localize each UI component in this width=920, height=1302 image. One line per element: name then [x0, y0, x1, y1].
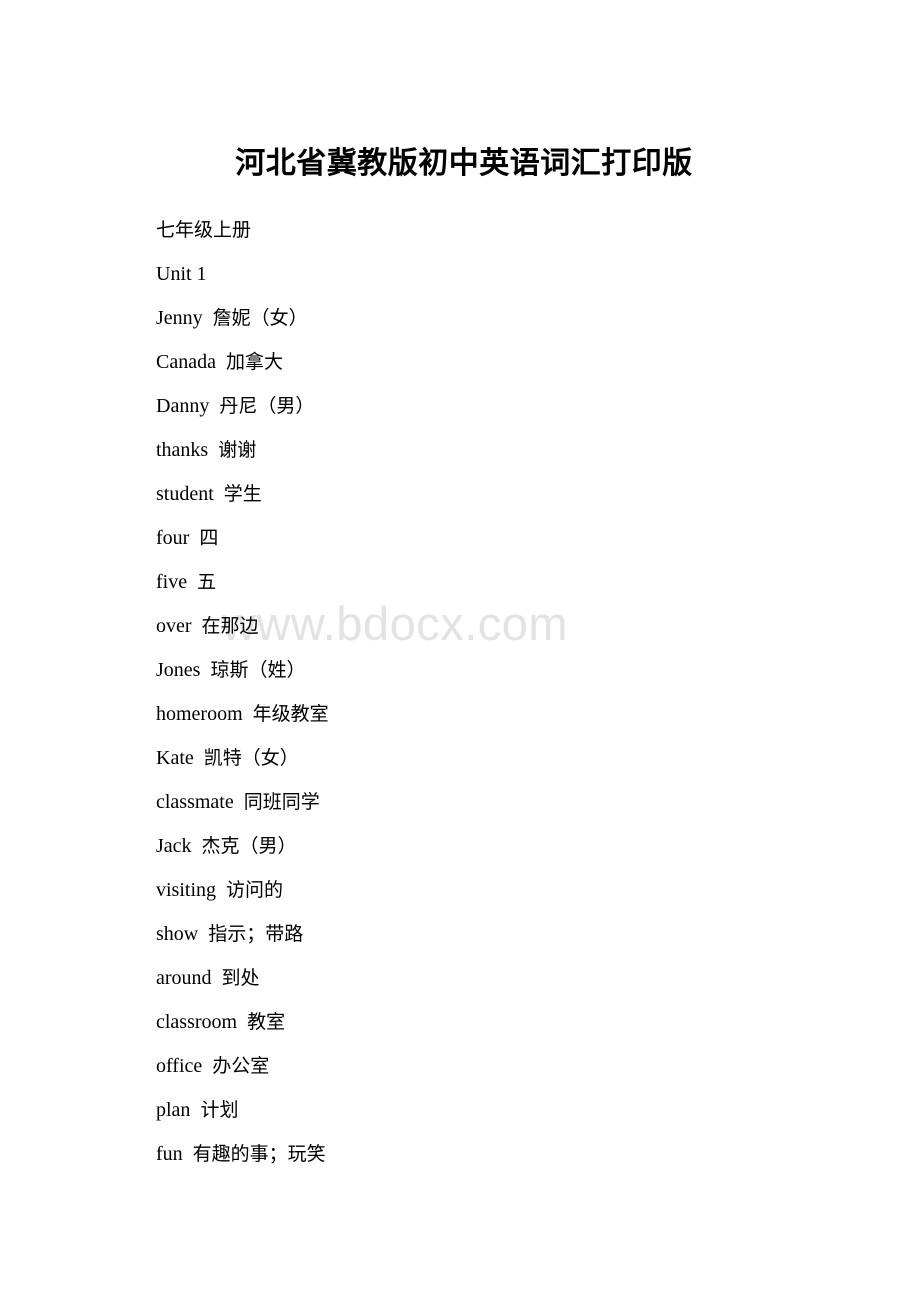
entry-separator — [214, 483, 224, 505]
entry-separator — [192, 835, 202, 857]
vocabulary-entry: Jack 杰克（男） — [156, 824, 772, 868]
entry-separator — [200, 659, 210, 681]
vocabulary-term: classmate — [156, 791, 234, 813]
vocabulary-gloss: 丹尼（男） — [219, 395, 315, 417]
vocabulary-term: office — [156, 1055, 203, 1077]
entry-separator — [194, 747, 204, 769]
vocabulary-gloss: 谢谢 — [218, 439, 257, 461]
entry-separator — [183, 1143, 193, 1165]
entry-separator — [234, 791, 244, 813]
vocabulary-gloss: 琼斯（姓） — [210, 659, 306, 681]
vocabulary-gloss: 同班同学 — [243, 791, 320, 813]
entry-separator — [198, 923, 208, 945]
vocabulary-entry: office 办公室 — [156, 1044, 772, 1088]
vocabulary-term: visiting — [156, 879, 217, 901]
vocabulary-term: show — [156, 923, 199, 945]
vocabulary-gloss: 有趣的事；玩笑 — [192, 1143, 326, 1165]
grade-section-heading: 七年级上册 — [156, 219, 252, 241]
vocabulary-entry: classroom 教室 — [156, 1000, 772, 1044]
vocabulary-term: five — [156, 571, 188, 593]
vocabulary-gloss: 凯特（女） — [203, 747, 299, 769]
vocabulary-entry: Danny 丹尼（男） — [156, 384, 772, 428]
vocabulary-term: fun — [156, 1143, 183, 1165]
vocabulary-term: plan — [156, 1099, 191, 1121]
vocabulary-gloss: 加拿大 — [225, 351, 283, 373]
entry-separator — [202, 1055, 212, 1077]
vocabulary-term: four — [156, 527, 190, 549]
vocabulary-entry: thanks 谢谢 — [156, 428, 772, 472]
vocabulary-gloss: 在那边 — [201, 615, 259, 637]
vocabulary-term: student — [156, 483, 214, 505]
vocabulary-list: Jenny 詹妮（女） Canada 加拿大 Danny 丹尼（男） thanks 谢… — [156, 296, 772, 1176]
vocabulary-entry: four 四 — [156, 516, 772, 560]
vocabulary-gloss: 五 — [197, 571, 217, 593]
vocabulary-entry: visiting 访问的 — [156, 868, 772, 912]
vocabulary-term: over — [156, 615, 192, 637]
vocabulary-term: Canada — [156, 351, 216, 373]
vocabulary-entry: over 在那边 — [156, 604, 772, 648]
vocabulary-entry: show 指示；带路 — [156, 912, 772, 956]
entry-separator — [192, 615, 202, 637]
entry-separator — [187, 571, 197, 593]
vocabulary-entry: around 到处 — [156, 956, 772, 1000]
vocabulary-term: Jack — [156, 835, 192, 857]
vocabulary-gloss: 计划 — [200, 1099, 239, 1121]
vocabulary-gloss: 办公室 — [212, 1055, 270, 1077]
document-body: 河北省冀教版初中英语词汇打印版 七年级上册 Unit 1 Jenny 詹妮（女）… — [156, 142, 772, 1176]
entry-separator — [216, 351, 226, 373]
vocabulary-gloss: 教室 — [247, 1011, 286, 1033]
vocabulary-entry: fun 有趣的事；玩笑 — [156, 1132, 772, 1176]
vocabulary-entry: classmate 同班同学 — [156, 780, 772, 824]
vocabulary-entry: five 五 — [156, 560, 772, 604]
entry-separator — [243, 703, 253, 725]
vocabulary-entry: homeroom 年级教室 — [156, 692, 772, 736]
entry-separator — [212, 967, 222, 989]
vocabulary-entry: student 学生 — [156, 472, 772, 516]
vocabulary-gloss: 访问的 — [226, 879, 284, 901]
vocabulary-entry: Kate 凯特（女） — [156, 736, 772, 780]
page-title: 河北省冀教版初中英语词汇打印版 — [235, 147, 693, 180]
entry-separator — [203, 307, 213, 329]
vocabulary-gloss: 学生 — [223, 483, 262, 505]
vocabulary-term: around — [156, 967, 212, 989]
vocabulary-entry: Canada 加拿大 — [156, 340, 772, 384]
vocabulary-gloss: 杰克（男） — [201, 835, 297, 857]
vocabulary-term: thanks — [156, 439, 209, 461]
vocabulary-entry: Jenny 詹妮（女） — [156, 296, 772, 340]
vocabulary-entry: plan 计划 — [156, 1088, 772, 1132]
entry-separator — [190, 1099, 200, 1121]
vocabulary-term: Danny — [156, 395, 210, 417]
document-page: www.bdocx.com 河北省冀教版初中英语词汇打印版 七年级上册 Unit… — [0, 0, 920, 1302]
entry-separator — [237, 1011, 247, 1033]
entry-separator — [216, 879, 226, 901]
vocabulary-gloss: 指示；带路 — [208, 923, 304, 945]
unit-heading: Unit 1 — [156, 263, 207, 285]
vocabulary-term: Kate — [156, 747, 194, 769]
vocabulary-gloss: 詹妮（女） — [212, 307, 308, 329]
entry-separator — [208, 439, 218, 461]
vocabulary-gloss: 到处 — [221, 967, 260, 989]
vocabulary-term: Jenny — [156, 307, 203, 329]
vocabulary-gloss: 年级教室 — [252, 703, 329, 725]
vocabulary-term: homeroom — [156, 703, 243, 725]
vocabulary-entry: Jones 琼斯（姓） — [156, 648, 772, 692]
entry-separator — [189, 527, 199, 549]
vocabulary-term: Jones — [156, 659, 201, 681]
vocabulary-term: classroom — [156, 1011, 238, 1033]
vocabulary-gloss: 四 — [199, 527, 219, 549]
entry-separator — [209, 395, 219, 417]
